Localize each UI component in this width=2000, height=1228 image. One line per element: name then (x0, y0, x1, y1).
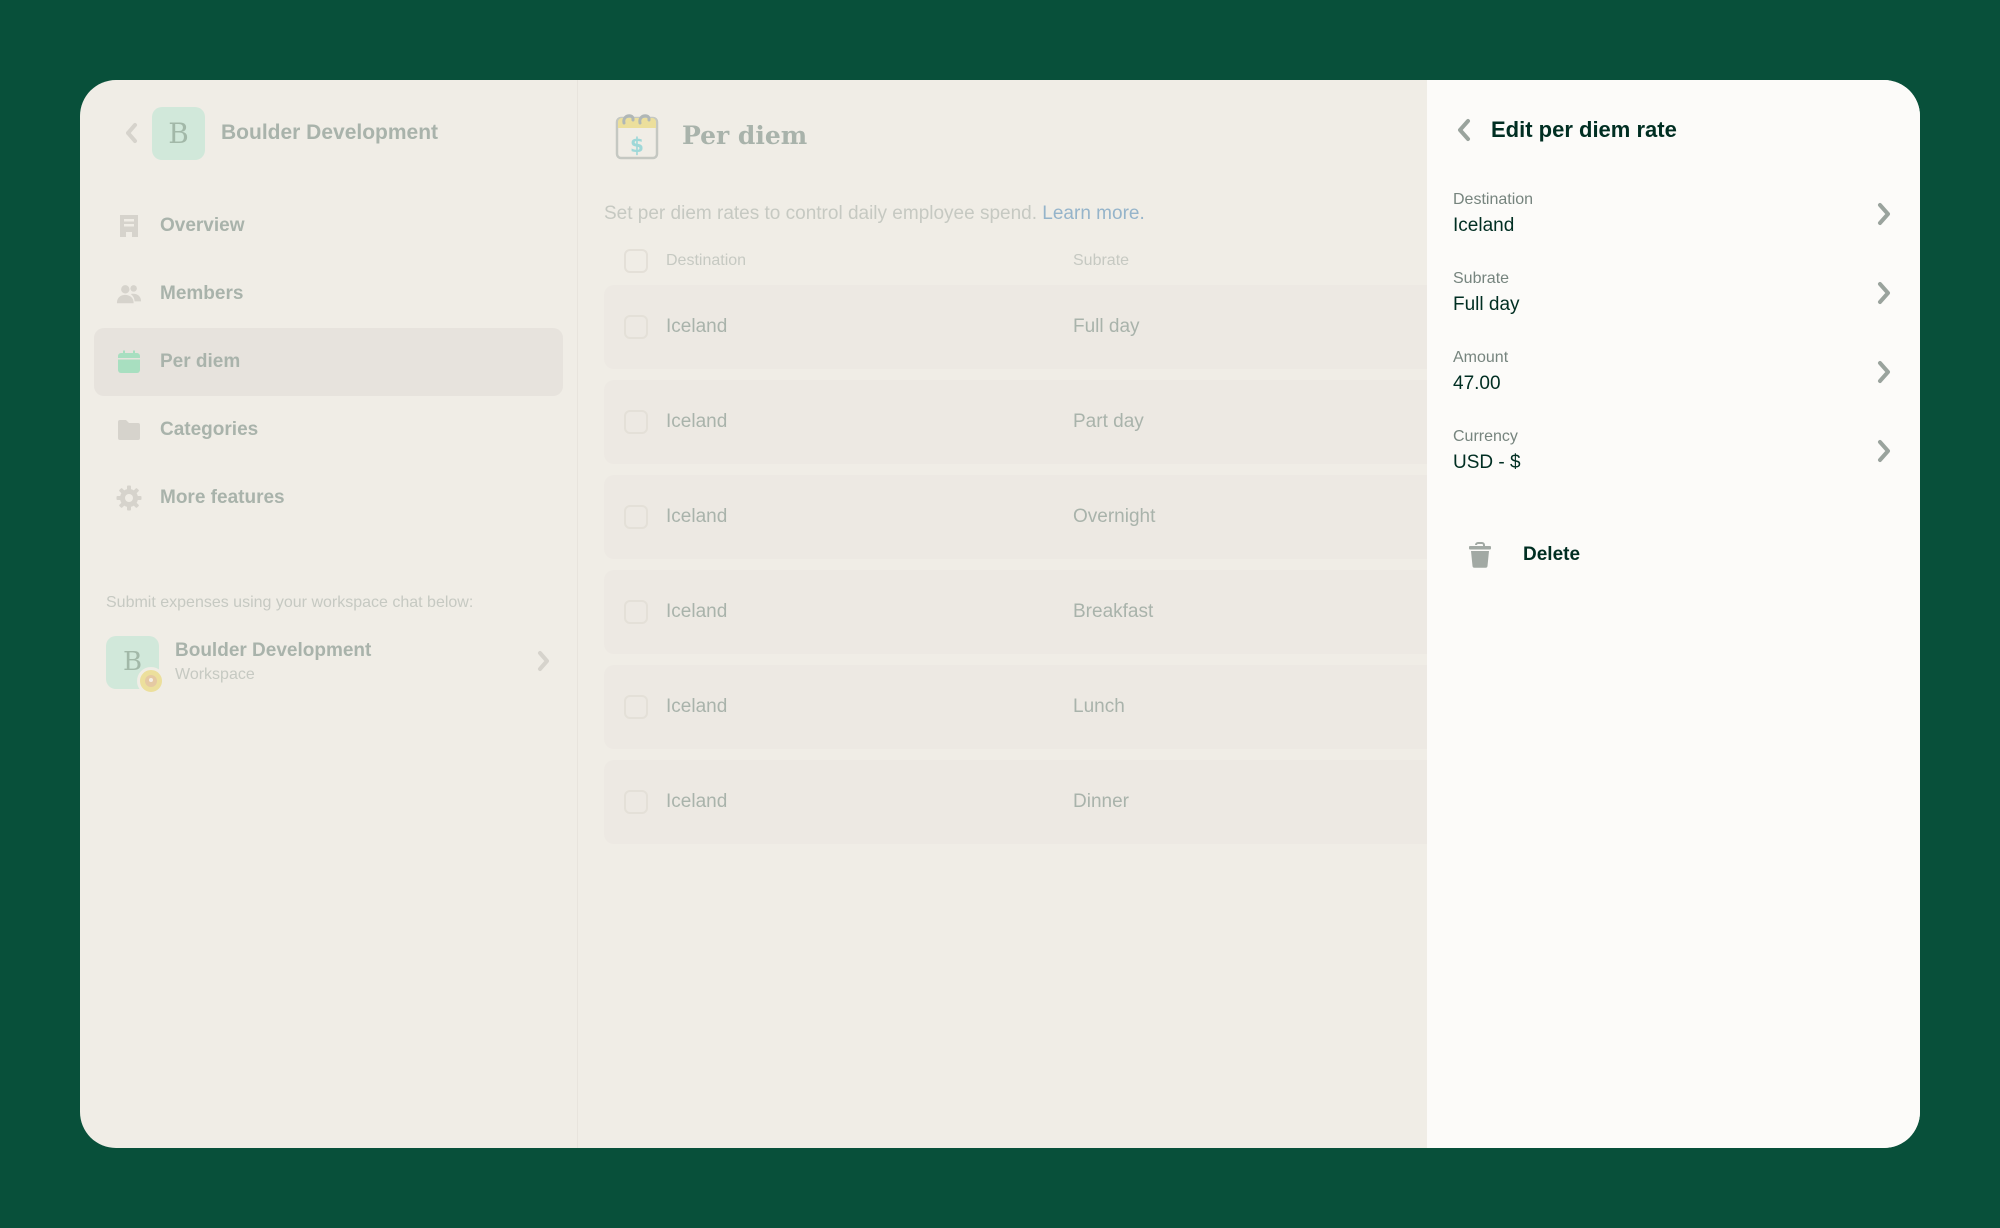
user-avatar-icon (145, 674, 157, 687)
building-icon (116, 213, 142, 239)
sidebar-item-members[interactable]: Members (94, 260, 563, 328)
cell-destination: Iceland (666, 411, 728, 432)
column-header-destination[interactable]: Destination (666, 252, 1073, 270)
table-header: Destination Subrate (604, 241, 1427, 281)
cell-subrate: Part day (1073, 411, 1144, 432)
row-checkbox[interactable] (624, 315, 648, 339)
field-text: Subrate Full day (1453, 270, 1520, 316)
description-text: Set per diem rates to control daily empl… (604, 203, 1038, 224)
cell-destination: Iceland (666, 316, 728, 337)
field-value: Full day (1453, 293, 1520, 315)
field-destination[interactable]: Destination Iceland (1453, 174, 1892, 253)
workspace-chat-avatar: B (106, 635, 165, 695)
delete-label: Delete (1523, 544, 1581, 565)
table-row[interactable]: Iceland Lunch (604, 665, 1427, 749)
sidebar-item-label: Overview (160, 215, 245, 236)
field-value: 47.00 (1453, 372, 1501, 394)
field-amount[interactable]: Amount 47.00 (1453, 332, 1892, 411)
workspace-chat-link[interactable]: B Boulder Development Workspace (94, 634, 563, 695)
table-row[interactable]: Iceland Overnight (604, 475, 1427, 559)
workspace-chat-title: Boulder Development (175, 640, 372, 661)
sidebar-item-more-features[interactable]: More features (94, 464, 563, 532)
sidebar-item-per-diem[interactable]: Per diem (94, 328, 563, 396)
per-diem-table: Iceland Full day Iceland Part day Icelan… (604, 285, 1427, 844)
field-label: Amount (1453, 348, 1509, 366)
panel-header: Edit per diem rate (1453, 112, 1892, 148)
edit-per-diem-panel: Edit per diem rate Destination Iceland S… (1427, 80, 1920, 1148)
per-diem-calendar-icon: $ (615, 114, 659, 160)
cell-subrate: Lunch (1073, 696, 1125, 717)
select-all-checkbox[interactable] (624, 249, 648, 273)
field-text: Amount 47.00 (1453, 349, 1508, 395)
cell-destination: Iceland (666, 601, 728, 622)
cell-destination: Iceland (666, 696, 728, 717)
sidebar-item-label: Members (160, 283, 244, 304)
row-checkbox[interactable] (624, 695, 648, 719)
sidebar-item-overview[interactable]: Overview (94, 192, 563, 260)
page-description: Set per diem rates to control daily empl… (604, 203, 1427, 225)
table-row[interactable]: Iceland Breakfast (604, 570, 1427, 654)
field-label: Subrate (1453, 269, 1510, 287)
chevron-left-icon (126, 123, 137, 143)
trash-icon (1469, 542, 1491, 568)
field-label: Destination (1453, 190, 1534, 208)
sidebar: B Boulder Development Overview Members P… (80, 80, 578, 1148)
sidebar-item-label: More features (160, 487, 285, 508)
cell-destination: Iceland (666, 506, 728, 527)
cell-subrate: Overnight (1073, 506, 1156, 527)
workspace-avatar: B (152, 106, 205, 160)
workspace-chat-text: Boulder Development Workspace (175, 640, 371, 684)
folder-icon (116, 417, 142, 443)
cell-destination: Iceland (666, 791, 728, 812)
page-header: $ Per diem (604, 107, 1427, 163)
panel-back-button[interactable] (1453, 116, 1475, 144)
workspace-name: Boulder Development (221, 121, 439, 144)
row-checkbox[interactable] (624, 790, 648, 814)
field-currency[interactable]: Currency USD - $ (1453, 411, 1892, 490)
delete-button[interactable]: Delete (1453, 530, 1892, 580)
workspace-chat-subtitle: Workspace (175, 666, 255, 683)
cell-subrate: Breakfast (1073, 601, 1154, 622)
workspace-header: B Boulder Development (94, 106, 563, 160)
user-avatar-badge (137, 666, 165, 695)
panel-title: Edit per diem rate (1491, 117, 1677, 142)
row-checkbox[interactable] (624, 410, 648, 434)
users-icon (116, 281, 142, 307)
chevron-right-icon (1878, 360, 1890, 383)
learn-more-link[interactable]: Learn more. (1042, 203, 1144, 224)
field-value: Iceland (1453, 214, 1515, 236)
chevron-right-icon (1878, 281, 1890, 304)
svg-text:$: $ (630, 133, 644, 157)
submit-hint: Submit expenses using your workspace cha… (106, 594, 474, 611)
sidebar-item-label: Categories (160, 419, 259, 440)
chevron-right-icon (1878, 202, 1890, 225)
chevron-right-icon (537, 650, 551, 677)
cell-subrate: Dinner (1073, 791, 1129, 812)
table-row[interactable]: Iceland Full day (604, 285, 1427, 369)
gear-icon (116, 485, 142, 511)
main-content: $ Per diem Set per diem rates to control… (578, 80, 1427, 1148)
field-value: USD - $ (1453, 451, 1521, 473)
chevron-right-icon (1878, 439, 1890, 462)
page-title: Per diem (682, 120, 808, 150)
field-subrate[interactable]: Subrate Full day (1453, 253, 1892, 332)
row-checkbox[interactable] (624, 600, 648, 624)
table-row[interactable]: Iceland Part day (604, 380, 1427, 464)
sidebar-nav: Overview Members Per diem Categories Mor… (94, 192, 563, 532)
chevron-left-icon (1458, 119, 1470, 141)
app-window: B Boulder Development Overview Members P… (80, 80, 1920, 1148)
column-header-subrate[interactable]: Subrate (1073, 252, 1129, 270)
table-row[interactable]: Iceland Dinner (604, 760, 1427, 844)
row-checkbox[interactable] (624, 505, 648, 529)
field-label: Currency (1453, 427, 1518, 445)
rate-fields: Destination Iceland Subrate Full day Amo… (1453, 174, 1892, 490)
field-text: Destination Iceland (1453, 191, 1533, 237)
calendar-icon (116, 349, 142, 375)
sidebar-item-categories[interactable]: Categories (94, 396, 563, 464)
cell-subrate: Full day (1073, 316, 1140, 337)
back-button[interactable] (122, 121, 140, 145)
sidebar-item-label: Per diem (160, 351, 241, 372)
field-text: Currency USD - $ (1453, 428, 1521, 474)
